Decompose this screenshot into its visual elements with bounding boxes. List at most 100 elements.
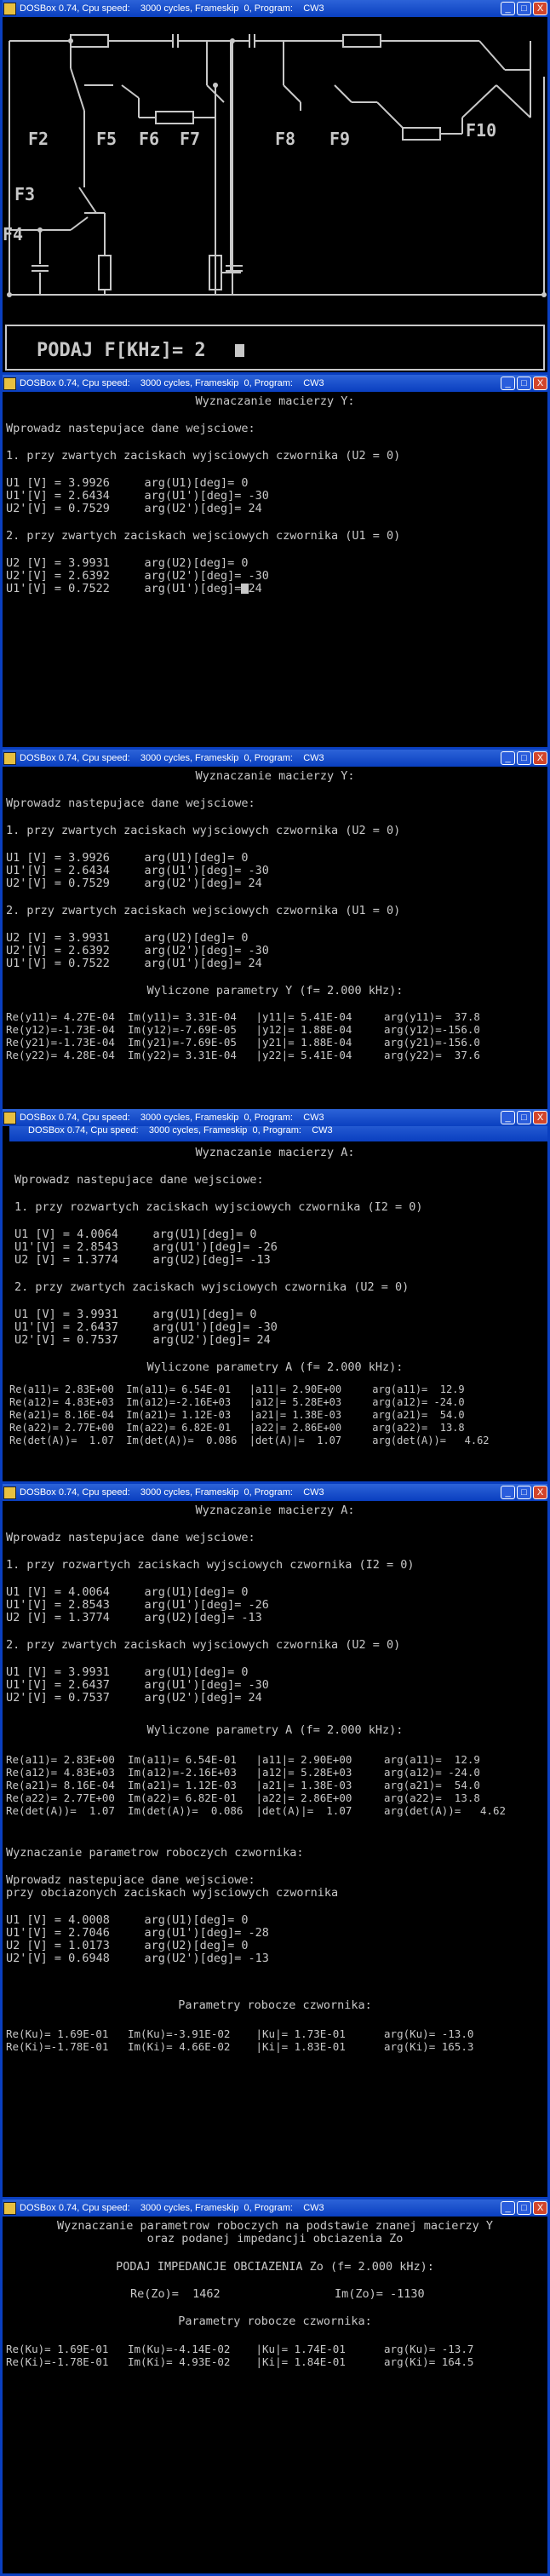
label-f5: F5 bbox=[96, 129, 117, 149]
input-line: U2'[V] = 2.6392 arg(U2')[deg]= -30 bbox=[6, 944, 269, 957]
minimize-button[interactable]: _ bbox=[501, 751, 515, 765]
circuit-diagram: F2 F5 F6 F7 F8 F9 F10 F3 F4 PODAJ F[KHz]… bbox=[3, 34, 547, 371]
dos-screen: Wyznaczanie macierzy A: Wprowadz nastepu… bbox=[3, 1501, 547, 1856]
zo-real-field[interactable]: Re(Zo)= 1462 bbox=[130, 2288, 221, 2301]
input-line: U1'[V] = 2.8543 arg(U1')[deg]= -26 bbox=[14, 1240, 278, 1254]
label-f7: F7 bbox=[180, 129, 200, 149]
result-row: Re(Ku)= 1.69E-01 Im(Ku)=-3.91E-02 |Ku|= … bbox=[6, 2027, 474, 2040]
dosbox-icon bbox=[3, 2201, 16, 2215]
screen-heading: Wyznaczanie macierzy Y: bbox=[195, 769, 355, 783]
result-row: Re(y22)= 4.28E-04 Im(y22)= 3.31E-04 |y22… bbox=[6, 1049, 480, 1061]
label-f2: F2 bbox=[28, 129, 49, 149]
result-row: Re(a11)= 2.83E+00 Im(a11)= 6.54E-01 |a11… bbox=[9, 1383, 465, 1395]
dosbox-icon bbox=[3, 1486, 16, 1499]
screen-heading: Wyznaczanie parametrow roboczych czworni… bbox=[6, 1846, 304, 1860]
dos-screen: Wyznaczanie macierzy Y: Wprowadz nastepu… bbox=[3, 767, 547, 1122]
title-bar[interactable]: DOSBox 0.74, Cpu speed: 3000 cycles, Fra… bbox=[0, 750, 550, 767]
dos-screen: Wyznaczanie parametrow roboczych czworni… bbox=[3, 1843, 547, 2197]
input-line: U1'[V] = 2.8543 arg(U1')[deg]= -26 bbox=[6, 1598, 269, 1612]
input-line: U2'[V] = 0.7529 arg(U2')[deg]= 24 bbox=[6, 877, 262, 890]
close-button[interactable]: X bbox=[533, 2201, 547, 2215]
input-line: U2'[V] = 2.6392 arg(U2')[deg]= -30 bbox=[6, 569, 269, 583]
input-line: U2 [V] = 3.9931 arg(U2)[deg]= 0 bbox=[6, 931, 249, 945]
minimize-button[interactable]: _ bbox=[501, 2201, 515, 2215]
result-row: Re(Ku)= 1.69E-01 Im(Ku)=-4.14E-02 |Ku|= … bbox=[6, 2343, 474, 2355]
minimize-button[interactable]: _ bbox=[501, 1111, 515, 1124]
zo-imag-field[interactable]: Im(Zo)= -1130 bbox=[335, 2288, 425, 2301]
dosbox-icon bbox=[3, 751, 16, 765]
close-button[interactable]: X bbox=[533, 1486, 547, 1499]
label-f8: F8 bbox=[275, 129, 295, 149]
text-line: 2. przy zwartych zaciskach wejsciowych c… bbox=[6, 529, 401, 543]
minimize-button[interactable]: _ bbox=[501, 1486, 515, 1499]
inner-window-title: DOSBox 0.74, Cpu speed: 3000 cycles, Fra… bbox=[28, 1126, 333, 1136]
title-bar[interactable]: DOSBox 0.74, Cpu speed: 3000 cycles, Fra… bbox=[0, 2199, 550, 2217]
maximize-button[interactable]: □ bbox=[517, 2201, 531, 2215]
label-f6: F6 bbox=[139, 129, 159, 149]
close-button[interactable]: X bbox=[533, 1111, 547, 1124]
close-button[interactable]: X bbox=[533, 2, 547, 15]
title-bar[interactable]: DOSBox 0.74, Cpu speed: 3000 cycles, Fra… bbox=[0, 375, 550, 392]
text-line: 1. przy rozwartych zaciskach wyjsciowych… bbox=[14, 1200, 423, 1214]
input-line: U1 [V] = 3.9931 arg(U1)[deg]= 0 bbox=[6, 1665, 249, 1679]
dos-screen: F2 F5 F6 F7 F8 F9 F10 F3 F4 PODAJ F[KHz]… bbox=[3, 17, 547, 372]
input-line: U2 [V] = 3.9931 arg(U2)[deg]= 0 bbox=[6, 556, 249, 570]
dos-screen: DOSBox 0.74, Cpu speed: 3000 cycles, Fra… bbox=[3, 1126, 547, 1481]
dosbox-window-a-results-overlap: DOSBox 0.74, Cpu speed: 3000 cycles, Fra… bbox=[0, 1109, 550, 1484]
input-line: U1 [V] = 4.0008 arg(U1)[deg]= 0 bbox=[6, 1913, 249, 1927]
text-line: Wprowadz nastepujace dane wejsciowe: bbox=[6, 796, 255, 810]
text-line: 2. przy zwartych zaciskach wyjsciowych c… bbox=[14, 1280, 410, 1294]
dosbox-window-circuit: DOSBox 0.74, Cpu speed: 3000 cycles, Fra… bbox=[0, 0, 550, 375]
label-f4: F4 bbox=[3, 224, 23, 244]
impedance-prompt: PODAJ IMPEDANCJE OBCIAZENIA Zo (f= 2.000… bbox=[116, 2260, 434, 2274]
input-line: U2 [V] = 1.3774 arg(U2)[deg]= -13 bbox=[14, 1253, 271, 1267]
inner-title-bar[interactable]: DOSBox 0.74, Cpu speed: 3000 cycles, Fra… bbox=[9, 1126, 547, 1141]
maximize-button[interactable]: □ bbox=[517, 377, 531, 390]
text-line: 1. przy rozwartych zaciskach wyjsciowych… bbox=[6, 1558, 415, 1572]
close-button[interactable]: X bbox=[533, 377, 547, 390]
title-bar[interactable]: DOSBox 0.74, Cpu speed: 3000 cycles, Fra… bbox=[0, 1109, 550, 1126]
input-line: U2'[V] = 0.7537 arg(U2')[deg]= 24 bbox=[6, 1691, 262, 1705]
frequency-prompt[interactable]: PODAJ F[KHz]= 2 bbox=[37, 340, 206, 361]
close-button[interactable]: X bbox=[533, 751, 547, 765]
screen-subheading: oraz podanej impedancji obciazenia Zo bbox=[146, 2232, 404, 2245]
dosbox-icon bbox=[3, 1111, 16, 1124]
result-row: Re(y12)=-1.73E-04 Im(y12)=-7.69E-05 |y12… bbox=[6, 1023, 480, 1036]
label-f10: F10 bbox=[466, 120, 496, 141]
maximize-button[interactable]: □ bbox=[517, 1486, 531, 1499]
input-line: U1'[V] = 2.6434 arg(U1')[deg]= -30 bbox=[6, 864, 269, 877]
text-cursor bbox=[235, 344, 244, 357]
input-line: U2'[V] = 0.7537 arg(U2')[deg]= 24 bbox=[14, 1333, 271, 1347]
maximize-button[interactable]: □ bbox=[517, 1111, 531, 1124]
input-line[interactable]: U1'[V] = 0.7522 arg(U1')[deg]= 24 bbox=[6, 583, 262, 595]
label-f3: F3 bbox=[14, 184, 35, 204]
result-row: Re(a22)= 2.77E+00 Im(a22)= 6.82E-01 |a22… bbox=[9, 1422, 465, 1434]
maximize-button[interactable]: □ bbox=[517, 2, 531, 15]
screen-heading: Wyznaczanie macierzy A: bbox=[195, 1146, 355, 1159]
minimize-button[interactable]: _ bbox=[501, 2, 515, 15]
input-line: U1'[V] = 0.7522 arg(U1')[deg]= 24 bbox=[6, 957, 262, 970]
text-line: Wprowadz nastepujace dane wejsciowe: bbox=[14, 1173, 264, 1187]
input-line: U1 [V] = 4.0064 arg(U1)[deg]= 0 bbox=[14, 1228, 257, 1241]
window-title: DOSBox 0.74, Cpu speed: 3000 cycles, Fra… bbox=[20, 3, 324, 14]
dosbox-window-a-results: DOSBox 0.74, Cpu speed: 3000 cycles, Fra… bbox=[0, 1484, 550, 1859]
result-row: Re(a22)= 2.77E+00 Im(a22)= 6.82E-01 |a22… bbox=[6, 1791, 480, 1804]
results-heading: Wyliczone parametry A (f= 2.000 kHz): bbox=[146, 1723, 404, 1737]
title-bar[interactable]: DOSBox 0.74, Cpu speed: 3000 cycles, Fra… bbox=[0, 0, 550, 17]
text-line: 2. przy zwartych zaciskach wejsciowych c… bbox=[6, 904, 401, 917]
text-line: Wprowadz nastepujace dane wejsciowe: bbox=[6, 422, 255, 435]
result-row: Re(det(A))= 1.07 Im(det(A))= 0.086 |det(… bbox=[9, 1435, 490, 1446]
result-row: Re(a11)= 2.83E+00 Im(a11)= 6.54E-01 |a11… bbox=[6, 1753, 480, 1766]
dosbox-window-working-params: Wyznaczanie parametrow roboczych czworni… bbox=[0, 1842, 550, 2199]
window-title: DOSBox 0.74, Cpu speed: 3000 cycles, Fra… bbox=[20, 378, 324, 388]
minimize-button[interactable]: _ bbox=[501, 377, 515, 390]
result-row: Re(y21)=-1.73E-04 Im(y21)=-7.69E-05 |y21… bbox=[6, 1036, 480, 1049]
title-bar[interactable]: DOSBox 0.74, Cpu speed: 3000 cycles, Fra… bbox=[0, 1484, 550, 1501]
input-line: U2'[V] = 0.7529 arg(U2')[deg]= 24 bbox=[6, 502, 262, 515]
text-cursor bbox=[241, 584, 249, 594]
maximize-button[interactable]: □ bbox=[517, 751, 531, 765]
input-line: U1 [V] = 3.9931 arg(U1)[deg]= 0 bbox=[14, 1308, 257, 1321]
input-line: U2 [V] = 1.3774 arg(U2)[deg]= -13 bbox=[6, 1611, 262, 1624]
window-title: DOSBox 0.74, Cpu speed: 3000 cycles, Fra… bbox=[20, 753, 324, 763]
dos-screen: Wyznaczanie parametrow roboczych na pods… bbox=[3, 2217, 547, 2573]
